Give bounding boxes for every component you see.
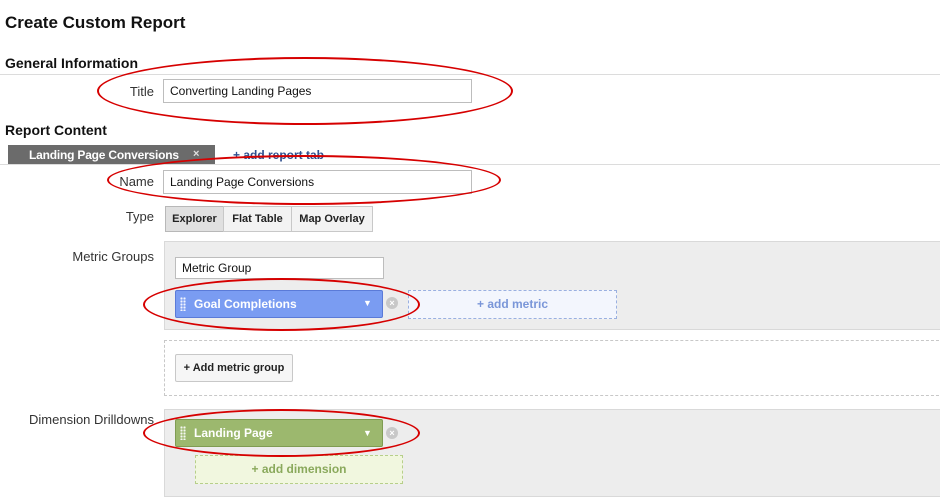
remove-icon[interactable]: ×	[386, 297, 398, 309]
divider	[0, 74, 940, 75]
general-information-heading: General Information	[5, 55, 139, 71]
title-label: Title	[129, 84, 154, 99]
metric-pill-goal-completions[interactable]: Goal Completions	[175, 290, 383, 318]
drag-handle-icon[interactable]	[180, 426, 186, 440]
chevron-down-icon[interactable]: ▼	[363, 298, 372, 308]
type-label: Type	[125, 209, 154, 224]
type-map-overlay-button[interactable]: Map Overlay	[291, 206, 373, 232]
chevron-down-icon[interactable]: ▼	[363, 428, 372, 438]
add-metric-button[interactable]: + add metric	[408, 290, 617, 319]
report-content-heading: Report Content	[5, 122, 107, 138]
close-icon[interactable]: ×	[193, 148, 199, 160]
add-metric-group-button[interactable]: + Add metric group	[175, 354, 293, 382]
add-dimension-button[interactable]: + add dimension	[195, 455, 403, 484]
type-explorer-button[interactable]: Explorer	[165, 206, 224, 232]
add-report-tab-link[interactable]: + add report tab	[233, 148, 324, 162]
title-input[interactable]: Converting Landing Pages	[163, 79, 472, 103]
name-label: Name	[119, 174, 154, 189]
drag-handle-icon[interactable]	[180, 297, 186, 311]
dimension-pill-landing-page[interactable]: Landing Page	[175, 419, 383, 447]
metric-group-name-input[interactable]: Metric Group	[175, 257, 384, 279]
page-title: Create Custom Report	[5, 13, 186, 32]
name-input[interactable]: Landing Page Conversions	[163, 170, 472, 194]
type-flat-table-button[interactable]: Flat Table	[223, 206, 292, 232]
metric-pill-label: Goal Completions	[194, 297, 297, 311]
tab-landing-page-conversions[interactable]: Landing Page Conversions	[8, 145, 215, 165]
remove-icon[interactable]: ×	[386, 427, 398, 439]
divider	[0, 164, 940, 165]
dimension-pill-label: Landing Page	[194, 426, 273, 440]
metric-groups-label: Metric Groups	[72, 249, 154, 264]
dimension-drilldowns-label: Dimension Drilldowns	[29, 412, 154, 427]
